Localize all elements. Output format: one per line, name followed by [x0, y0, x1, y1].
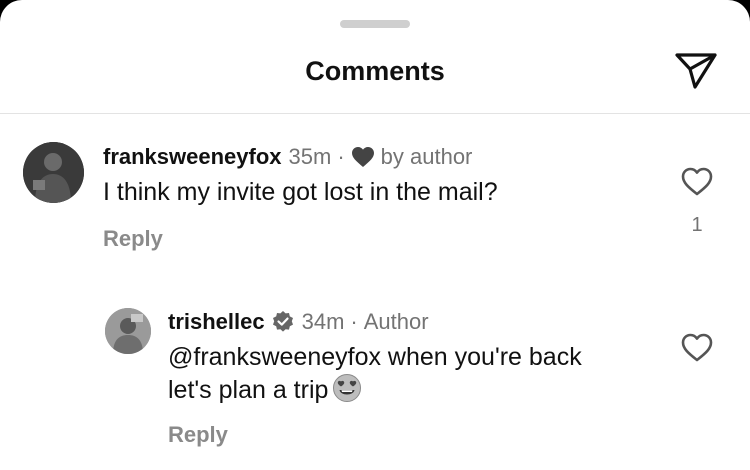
heart-outline-icon[interactable] — [681, 167, 713, 197]
reply-button[interactable]: Reply — [103, 226, 163, 252]
author-label: Author — [363, 309, 429, 334]
verified-badge-icon — [272, 311, 293, 332]
reply-button[interactable]: Reply — [168, 422, 228, 448]
avatar[interactable] — [23, 142, 84, 203]
send-icon[interactable] — [673, 51, 719, 91]
avatar[interactable] — [105, 308, 151, 354]
separator-dot: · — [350, 309, 358, 334]
comment-text-line: let's plan a trip — [168, 376, 329, 404]
page-title: Comments — [305, 56, 445, 86]
comment-time: 35m — [288, 144, 332, 169]
comment-meta: franksweeneyfox 35m · by author — [103, 144, 472, 170]
comment-username[interactable]: franksweeneyfox — [103, 144, 282, 170]
like-count: 1 — [691, 214, 703, 236]
comment-text-line-2: let's plan a trip — [168, 373, 362, 408]
comment-text: I think my invite got lost in the mail? — [103, 178, 498, 206]
header-divider — [0, 113, 750, 114]
comment-username[interactable]: trishellec — [168, 309, 265, 335]
comment-time: 34m — [301, 309, 345, 334]
liked-by-author-label: by author — [380, 144, 473, 169]
heart-eyes-emoji-icon — [333, 374, 362, 402]
heart-outline-icon[interactable] — [681, 333, 713, 363]
separator-dot: · — [337, 144, 345, 169]
comments-sheet: Comments franksweeneyfox 35m · by author… — [0, 0, 750, 470]
drag-handle[interactable] — [340, 20, 410, 28]
comment-text-line: @franksweeneyfox when you're back — [168, 343, 582, 371]
comment-meta: trishellec 34m · Author — [168, 309, 429, 335]
heart-filled-icon — [351, 147, 374, 167]
